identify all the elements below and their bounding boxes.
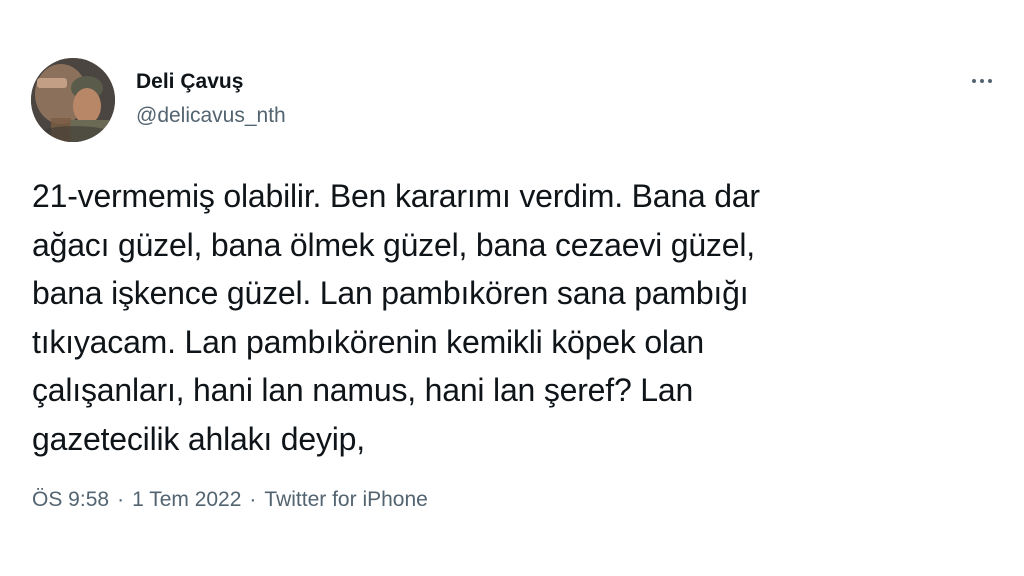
tweet-source[interactable]: Twitter for iPhone xyxy=(264,488,427,512)
more-dot xyxy=(980,79,984,83)
avatar[interactable] xyxy=(31,58,115,142)
tweet-meta: ÖS 9:58 · 1 Tem 2022 · Twitter for iPhon… xyxy=(32,488,428,512)
tweet-text: 21-vermemiş olabilir. Ben kararımı verdi… xyxy=(32,178,760,457)
tweet-card: Deli Çavuş @delicavus_nth 21-vermemiş ol… xyxy=(12,30,1012,550)
screenshot-frame: Deli Çavuş @delicavus_nth 21-vermemiş ol… xyxy=(0,0,1024,576)
tweet-time[interactable]: ÖS 9:58 xyxy=(32,488,109,512)
more-dot xyxy=(988,79,992,83)
more-dot xyxy=(972,79,976,83)
author-handle[interactable]: @delicavus_nth xyxy=(136,104,286,128)
meta-separator: · xyxy=(117,488,125,511)
avatar-photo xyxy=(31,58,115,142)
more-horizontal-icon[interactable] xyxy=(964,68,1000,94)
meta-separator: · xyxy=(249,488,257,511)
tweet-date[interactable]: 1 Tem 2022 xyxy=(132,488,241,512)
author-display-name[interactable]: Deli Çavuş xyxy=(136,70,243,94)
